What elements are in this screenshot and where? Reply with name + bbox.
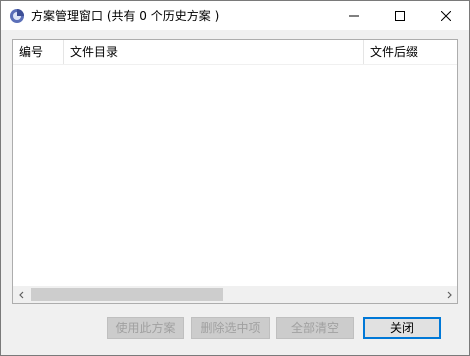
minimize-icon (349, 15, 359, 16)
app-icon (9, 8, 25, 24)
use-scheme-button[interactable]: 使用此方案 (107, 317, 184, 339)
delete-selected-button[interactable]: 删除选中项 (191, 317, 270, 339)
scheme-manager-window: 方案管理窗口 (共有 0 个历史方案 ) 编号 文件目录 文件后缀 使用此方案 … (0, 0, 470, 356)
horizontal-scrollbar[interactable] (13, 286, 457, 303)
maximize-icon (395, 10, 405, 21)
column-header-suffix[interactable]: 文件后缀 (364, 40, 457, 64)
column-header-directory[interactable]: 文件目录 (64, 40, 364, 64)
minimize-button[interactable] (331, 1, 377, 30)
scheme-list[interactable]: 编号 文件目录 文件后缀 (12, 39, 458, 304)
scrollbar-thumb[interactable] (31, 288, 223, 301)
close-button[interactable]: 关闭 (363, 317, 441, 339)
close-window-button[interactable] (423, 1, 469, 30)
list-header: 编号 文件目录 文件后缀 (13, 40, 457, 65)
chevron-left-icon[interactable] (13, 286, 30, 303)
column-header-number[interactable]: 编号 (13, 40, 64, 64)
clear-all-button[interactable]: 全部清空 (276, 317, 354, 339)
window-title: 方案管理窗口 (共有 0 个历史方案 ) (31, 9, 220, 23)
chevron-right-icon[interactable] (440, 286, 457, 303)
maximize-button[interactable] (377, 1, 423, 30)
close-icon (441, 10, 451, 21)
title-bar[interactable]: 方案管理窗口 (共有 0 个历史方案 ) (1, 1, 469, 30)
